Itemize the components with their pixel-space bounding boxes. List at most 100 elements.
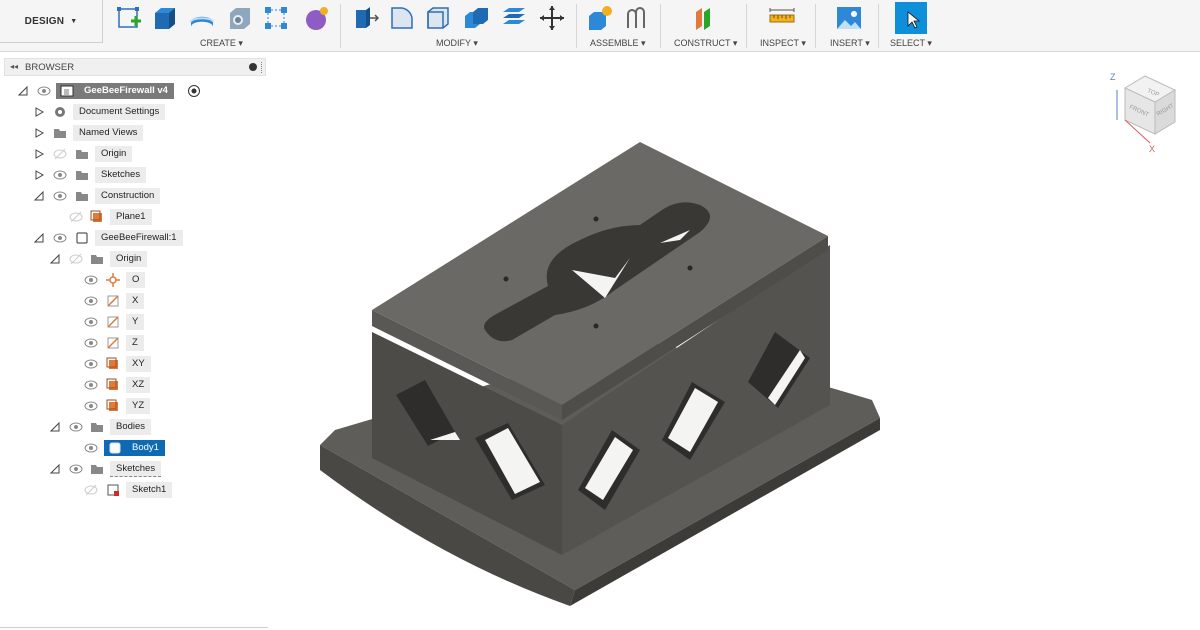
expanded-triangle-icon[interactable]: [34, 233, 44, 243]
eye-icon[interactable]: [53, 190, 67, 202]
insert-menu[interactable]: INSERT ▾: [830, 38, 870, 49]
workspace-label: DESIGN: [24, 15, 65, 27]
eye-icon[interactable]: [84, 274, 98, 286]
eye-icon[interactable]: [84, 379, 98, 391]
expanded-triangle-icon[interactable]: [50, 422, 60, 432]
browser-item-label: Z: [126, 335, 144, 351]
browser-item-root[interactable]: GeeBeeFirewall v4: [0, 82, 268, 100]
move-icon[interactable]: [538, 4, 566, 32]
browser-item-sketch1[interactable]: Sketch1: [0, 481, 268, 499]
collapsed-triangle-icon[interactable]: [34, 128, 44, 138]
activate-radio-icon[interactable]: [187, 84, 201, 98]
browser-item-document-settings[interactable]: Document Settings: [0, 103, 268, 121]
joint-icon[interactable]: [622, 4, 650, 32]
eye-icon[interactable]: [84, 358, 98, 370]
browser-item-sketches[interactable]: Sketches: [0, 166, 268, 184]
eye-hidden-icon[interactable]: [69, 211, 83, 223]
folder-icon: [91, 423, 103, 432]
eye-icon[interactable]: [84, 442, 98, 454]
create-sketch-icon[interactable]: [115, 4, 143, 32]
browser-item-component[interactable]: GeeBeeFirewall:1: [0, 229, 268, 247]
collapsed-triangle-icon[interactable]: [34, 170, 44, 180]
new-component-icon[interactable]: [586, 4, 614, 32]
browser-item-xz-plane[interactable]: XZ: [0, 376, 268, 394]
browser-item-origin-point[interactable]: O: [0, 271, 268, 289]
chevron-down-icon: ▼: [70, 17, 78, 25]
offset-face-icon[interactable]: [500, 4, 528, 32]
grip-icon[interactable]: [261, 62, 263, 73]
browser-item-bodies[interactable]: Bodies: [0, 418, 268, 436]
fillet-icon[interactable]: [388, 4, 416, 32]
browser-item-label: Construction: [95, 188, 161, 204]
browser-item-named-views[interactable]: Named Views: [0, 124, 268, 142]
viewcube[interactable]: TOP FRONT RIGHT Z X: [1105, 68, 1185, 158]
expanded-triangle-icon[interactable]: [34, 191, 44, 201]
select-menu[interactable]: SELECT ▾: [890, 38, 932, 49]
collapsed-triangle-icon[interactable]: [34, 107, 44, 117]
browser-item-component-sketches[interactable]: Sketches: [0, 460, 268, 478]
extrude-icon[interactable]: [150, 4, 178, 32]
modify-menu[interactable]: MODIFY ▾: [436, 38, 478, 49]
press-pull-icon[interactable]: [352, 4, 380, 32]
panel-bottom-divider: [0, 627, 268, 628]
eye-hidden-icon[interactable]: [69, 253, 83, 265]
create-form-icon[interactable]: [303, 4, 331, 32]
browser-title: BROWSER: [25, 62, 75, 73]
workspace-switcher[interactable]: DESIGN ▼: [0, 0, 103, 43]
revolve-icon[interactable]: [188, 4, 216, 32]
select-button[interactable]: [895, 2, 927, 34]
eye-icon[interactable]: [69, 463, 83, 475]
combine-icon[interactable]: [462, 4, 490, 32]
expanded-triangle-icon[interactable]: [18, 86, 28, 96]
offset-plane-icon[interactable]: [690, 4, 718, 32]
3d-viewport[interactable]: [268, 53, 1200, 630]
construct-menu[interactable]: CONSTRUCT ▾: [674, 38, 737, 49]
browser-item-label: Sketch1: [126, 482, 173, 498]
browser-item-body1[interactable]: Body1: [0, 439, 268, 457]
axis-icon: [107, 316, 119, 328]
eye-icon[interactable]: [53, 232, 67, 244]
create-menu[interactable]: CREATE ▾: [200, 38, 243, 49]
inspect-menu[interactable]: INSPECT ▾: [760, 38, 806, 49]
eye-hidden-icon[interactable]: [84, 484, 98, 496]
browser-item-plane1[interactable]: Plane1: [0, 208, 268, 226]
browser-item-x-axis[interactable]: X: [0, 292, 268, 310]
chamfer-icon[interactable]: [424, 4, 452, 32]
collapse-icon[interactable]: ◂◂: [10, 62, 18, 71]
measure-icon[interactable]: [768, 4, 796, 32]
assemble-menu[interactable]: ASSEMBLE ▾: [590, 38, 646, 49]
eye-icon[interactable]: [37, 85, 51, 97]
collapsed-triangle-icon[interactable]: [34, 149, 44, 159]
browser-header: ◂◂ BROWSER: [4, 58, 266, 76]
expanded-triangle-icon[interactable]: [50, 464, 60, 474]
browser-item-y-axis[interactable]: Y: [0, 313, 268, 331]
eye-icon[interactable]: [84, 295, 98, 307]
x-axis-label: X: [1149, 144, 1155, 154]
eye-icon[interactable]: [69, 421, 83, 433]
screw-hole: [503, 276, 509, 282]
browser-item-component-origin[interactable]: Origin: [0, 250, 268, 268]
expanded-triangle-icon[interactable]: [50, 254, 60, 264]
browser-item-z-axis[interactable]: Z: [0, 334, 268, 352]
browser-item-construction[interactable]: Construction: [0, 187, 268, 205]
screw-hole: [593, 216, 599, 222]
folder-icon: [54, 129, 66, 138]
pin-icon[interactable]: [249, 63, 257, 71]
plane-icon: [106, 399, 118, 411]
browser-item-yz-plane[interactable]: YZ: [0, 397, 268, 415]
shell-icon[interactable]: [225, 4, 253, 32]
insert-image-icon[interactable]: [835, 4, 863, 32]
sketch-icon: [107, 484, 119, 496]
eye-icon[interactable]: [53, 169, 67, 181]
browser-item-xy-plane[interactable]: XY: [0, 355, 268, 373]
document-icon: [60, 85, 74, 97]
eye-icon[interactable]: [84, 400, 98, 412]
screw-hole: [593, 323, 599, 329]
eye-icon[interactable]: [84, 316, 98, 328]
browser-item-origin[interactable]: Origin: [0, 145, 268, 163]
folder-icon: [76, 192, 88, 201]
pattern-icon[interactable]: [262, 4, 290, 32]
eye-icon[interactable]: [84, 337, 98, 349]
eye-hidden-icon[interactable]: [53, 148, 67, 160]
screw-hole: [687, 265, 693, 271]
